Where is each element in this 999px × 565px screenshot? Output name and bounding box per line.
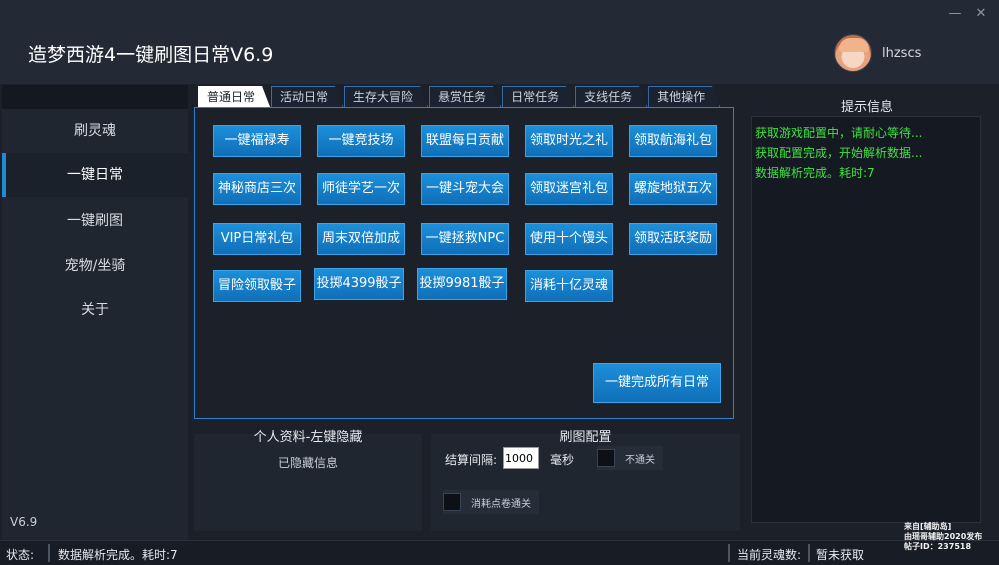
version-label: V6.9 — [10, 515, 38, 529]
action-button[interactable]: 使用十个馒头 — [525, 223, 613, 255]
sidebar-item-map[interactable]: 一键刷图 — [2, 199, 188, 243]
tab-bar: 普通日常 活动日常 生存大冒险 悬赏任务 日常任务 支线任务 其他操作 — [198, 86, 721, 107]
action-button[interactable]: 投掷9981骰子 — [417, 268, 507, 300]
log-line: 数据解析完成。耗时:7 — [755, 166, 875, 180]
action-button[interactable]: 一键竞技场 — [317, 125, 405, 157]
avatar-hair — [839, 38, 869, 52]
soul-count-value: 暂未获取 — [816, 548, 865, 562]
profile-panel-title: 个人资料-左键隐藏 — [253, 430, 363, 445]
tab-other[interactable]: 其他操作 — [648, 86, 720, 107]
watermark-line: 由瑶哥辅助2020发布 — [904, 532, 983, 541]
checkbox-square[interactable] — [597, 449, 615, 467]
sidebar-item-daily[interactable]: 一键日常 — [2, 153, 188, 197]
status-divider — [728, 544, 730, 562]
status-bar: 状态: 数据解析完成。耗时:7 当前灵魂数: 暂未获取 — [0, 540, 999, 565]
tab-daily-quest[interactable]: 日常任务 — [502, 86, 574, 107]
sidebar-item-pet[interactable]: 宠物/坐骑 — [2, 244, 188, 288]
minimize-button[interactable]: — — [947, 6, 963, 22]
action-button[interactable]: 领取迷宫礼包 — [525, 173, 613, 205]
sidebar-header — [2, 85, 188, 109]
action-button[interactable]: 领取活跃奖励 — [629, 223, 717, 255]
watermark: 来自[辅助岛] 由瑶哥辅助2020发布 帖子ID：237518 — [904, 522, 996, 552]
watermark-line: 帖子ID：237518 — [904, 542, 972, 551]
action-button[interactable]: 一键斗宠大会 — [421, 173, 509, 205]
action-button[interactable]: 师徒学艺一次 — [317, 173, 405, 205]
no-clear-label: 不通关 — [625, 454, 655, 466]
map-config-panel: 刷图配置 结算间隔: 毫秒 不通关 消耗点卷通关 — [431, 430, 740, 531]
action-button[interactable]: 领取时光之礼 — [525, 125, 613, 157]
tab-survival[interactable]: 生存大冒险 — [344, 86, 428, 107]
title-bar: 造梦西游4一键刷图日常V6.9 — ✕ lhzscs — [0, 0, 999, 84]
sidebar-item-about[interactable]: 关于 — [2, 288, 188, 332]
daily-actions-panel: 一键福禄寿 一键竞技场 联盟每日贡献 领取时光之礼 领取航海礼包 神秘商店三次 … — [194, 107, 734, 419]
interval-label: 结算间隔: — [445, 453, 498, 467]
complete-all-daily-button[interactable]: 一键完成所有日常 — [593, 363, 721, 403]
action-button[interactable]: 消耗十亿灵魂 — [525, 270, 613, 302]
sidebar-item-soul[interactable]: 刷灵魂 — [2, 109, 188, 153]
map-config-title: 刷图配置 — [559, 430, 612, 445]
status-divider — [48, 544, 50, 562]
use-ticket-label: 消耗点卷通关 — [471, 498, 531, 510]
action-button[interactable]: 领取航海礼包 — [629, 125, 717, 157]
soul-count-label: 当前灵魂数: — [737, 548, 802, 562]
tab-normal-daily[interactable]: 普通日常 — [198, 86, 270, 107]
log-line: 获取游戏配置中，请耐心等待... — [755, 126, 923, 140]
ms-label: 毫秒 — [550, 453, 575, 467]
tab-bounty[interactable]: 悬赏任务 — [429, 86, 501, 107]
no-clear-checkbox[interactable]: 不通关 — [597, 446, 663, 470]
use-ticket-checkbox[interactable]: 消耗点卷通关 — [443, 490, 539, 514]
status-label: 状态: — [6, 548, 35, 562]
profile-hidden-text: 已隐藏信息 — [277, 456, 338, 470]
action-button[interactable]: 周末双倍加成 — [317, 223, 405, 255]
action-button[interactable]: 一键福禄寿 — [213, 125, 301, 157]
action-button[interactable]: 投掷4399骰子 — [314, 268, 404, 300]
interval-input[interactable] — [503, 447, 539, 469]
info-log[interactable]: 获取游戏配置中，请耐心等待... 获取配置完成，开始解析数据... 数据解析完成… — [751, 116, 981, 523]
tab-event-daily[interactable]: 活动日常 — [271, 86, 343, 107]
watermark-line: 来自[辅助岛] — [904, 522, 952, 531]
status-message: 数据解析完成。耗时:7 — [58, 548, 178, 562]
action-button[interactable]: 神秘商店三次 — [213, 173, 301, 205]
sidebar: 刷灵魂 一键日常 一键刷图 宠物/坐骑 关于 V6.9 — [2, 85, 188, 540]
info-panel-title: 提示信息 — [840, 100, 893, 115]
app-title: 造梦西游4一键刷图日常V6.9 — [28, 44, 274, 66]
action-button[interactable]: 螺旋地狱五次 — [629, 173, 717, 205]
avatar[interactable] — [834, 34, 872, 72]
window-controls: — ✕ — [947, 6, 989, 22]
checkbox-square[interactable] — [443, 493, 461, 511]
username: lhzscs — [882, 46, 922, 61]
action-button[interactable]: 一键拯救NPC — [421, 223, 509, 255]
status-divider — [808, 544, 810, 562]
log-line: 获取配置完成，开始解析数据... — [755, 146, 923, 160]
profile-panel[interactable]: 个人资料-左键隐藏 已隐藏信息 — [194, 430, 422, 531]
action-button[interactable]: 联盟每日贡献 — [421, 125, 509, 157]
close-button[interactable]: ✕ — [973, 6, 989, 22]
tab-side-quest[interactable]: 支线任务 — [575, 86, 647, 107]
action-button[interactable]: 冒险领取骰子 — [213, 270, 301, 302]
app-window: 造梦西游4一键刷图日常V6.9 — ✕ lhzscs 刷灵魂 一键日常 一键刷图… — [0, 0, 999, 565]
action-button[interactable]: VIP日常礼包 — [213, 223, 301, 255]
